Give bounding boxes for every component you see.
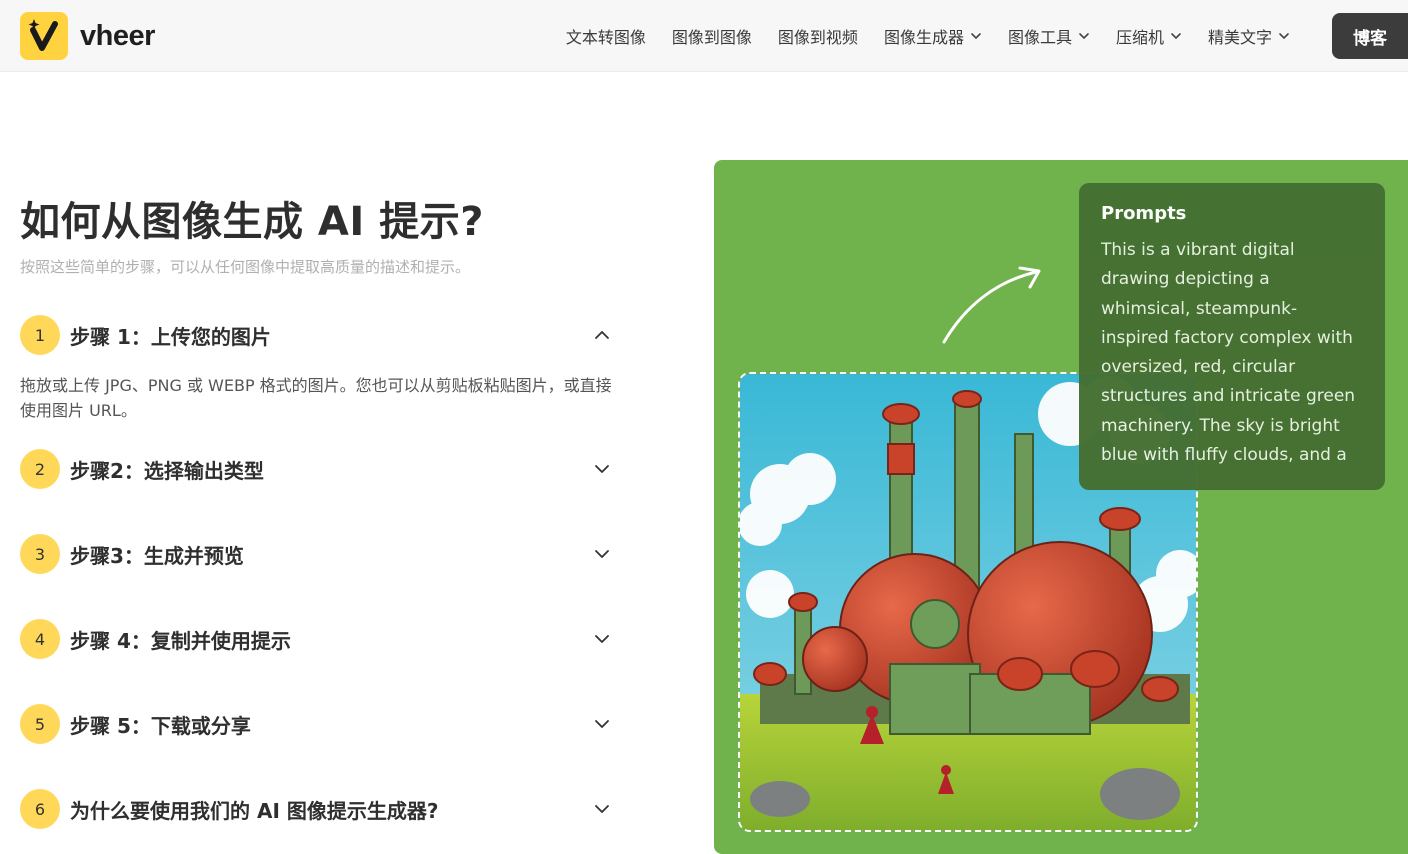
prompt-card-text: This is a vibrant digital drawing depict…	[1101, 240, 1356, 466]
nav-image-to-image[interactable]: 图像到图像	[672, 24, 752, 48]
step-title: 步骤 4：复制并使用提示	[70, 628, 291, 653]
brand-logo[interactable]: vheer	[20, 12, 155, 60]
nav-label: 精美文字	[1207, 28, 1272, 47]
page-title: 如何从图像生成 AI 提示?	[20, 199, 484, 245]
accordion-header[interactable]: 3 步骤3：生成并预览	[20, 532, 612, 576]
step-number-badge: 5	[20, 704, 60, 744]
chevron-down-icon	[1079, 33, 1089, 40]
chevron-down-icon	[595, 720, 609, 728]
brand-name: vheer	[80, 19, 155, 52]
chevron-down-icon	[595, 805, 609, 813]
prompt-card-title: Prompts	[1101, 203, 1187, 224]
prompt-result-card: Prompts This is a vibrant digital drawin…	[1079, 183, 1385, 490]
nav-label: 文本转图像	[565, 28, 646, 47]
nav-image-tools[interactable]: 图像工具	[1008, 24, 1090, 48]
step-number-badge: 4	[20, 619, 60, 659]
accordion-step-3: 3 步骤3：生成并预览	[20, 532, 612, 576]
nav-label: 压缩机	[1115, 28, 1164, 47]
step-title: 为什么要使用我们的 AI 图像提示生成器?	[70, 798, 439, 823]
blog-button[interactable]: 博客	[1332, 13, 1408, 59]
logo-mark-icon	[20, 12, 68, 60]
accordion-header[interactable]: 5 步骤 5：下载或分享	[20, 702, 612, 746]
step-title: 步骤 1：上传您的图片	[70, 324, 271, 349]
nav-label: 图像工具	[1007, 28, 1072, 47]
accordion-header[interactable]: 2 步骤2：选择输出类型	[20, 447, 612, 491]
step-title: 步骤3：生成并预览	[70, 543, 244, 568]
how-to-section: 如何从图像生成 AI 提示? 按照这些简单的步骤，可以从任何图像中提取高质量的描…	[20, 190, 620, 278]
nav-label: 图像到图像	[671, 28, 752, 47]
nav-label: 图像到视频	[777, 28, 858, 47]
chevron-down-icon	[1171, 33, 1181, 40]
step-title: 步骤 5：下载或分享	[70, 713, 251, 738]
accordion-header[interactable]: 4 步骤 4：复制并使用提示	[20, 617, 612, 661]
demo-illustration-panel: Prompts This is a vibrant digital drawin…	[714, 160, 1408, 854]
accordion-step-2: 2 步骤2：选择输出类型	[20, 447, 612, 491]
top-nav-bar: vheer 文本转图像 图像到图像 图像到视频 图像生成器 图像工具 压缩机 精…	[0, 0, 1408, 72]
chevron-down-icon	[595, 550, 609, 558]
accordion-header[interactable]: 6 为什么要使用我们的 AI 图像提示生成器?	[20, 787, 612, 831]
chevron-down-icon	[971, 33, 981, 40]
nav-image-generator[interactable]: 图像生成器	[884, 24, 982, 48]
nav-text-to-image[interactable]: 文本转图像	[566, 24, 646, 48]
step-number-badge: 3	[20, 534, 60, 574]
accordion-step-1: 1 步骤 1：上传您的图片 拖放或上传 JPG、PNG 或 WEBP 格式的图片…	[20, 313, 612, 423]
step-number-badge: 2	[20, 449, 60, 489]
nav-label: 图像生成器	[883, 28, 964, 47]
accordion-step-5: 5 步骤 5：下载或分享	[20, 702, 612, 746]
main-nav: 文本转图像 图像到图像 图像到视频 图像生成器 图像工具 压缩机 精美文字	[566, 0, 1290, 72]
chevron-down-icon	[595, 465, 609, 473]
page-subtitle: 按照这些简单的步骤，可以从任何图像中提取高质量的描述和提示。	[20, 258, 471, 276]
step-number-badge: 6	[20, 789, 60, 829]
curved-arrow-icon	[942, 266, 1041, 344]
nav-image-to-video[interactable]: 图像到视频	[778, 24, 858, 48]
step-title: 步骤2：选择输出类型	[70, 458, 264, 483]
accordion-step-4: 4 步骤 4：复制并使用提示	[20, 617, 612, 661]
step-description: 拖放或上传 JPG、PNG 或 WEBP 格式的图片。您也可以从剪贴板粘贴图片，…	[20, 376, 612, 420]
accordion-step-6: 6 为什么要使用我们的 AI 图像提示生成器?	[20, 787, 612, 831]
chevron-down-icon	[1279, 33, 1289, 40]
chevron-up-icon	[595, 331, 609, 339]
nav-fancy-text[interactable]: 精美文字	[1208, 24, 1290, 48]
step-number-badge: 1	[20, 315, 60, 355]
accordion-header[interactable]: 1 步骤 1：上传您的图片	[20, 313, 612, 357]
chevron-down-icon	[595, 635, 609, 643]
nav-compressor[interactable]: 压缩机	[1116, 24, 1182, 48]
